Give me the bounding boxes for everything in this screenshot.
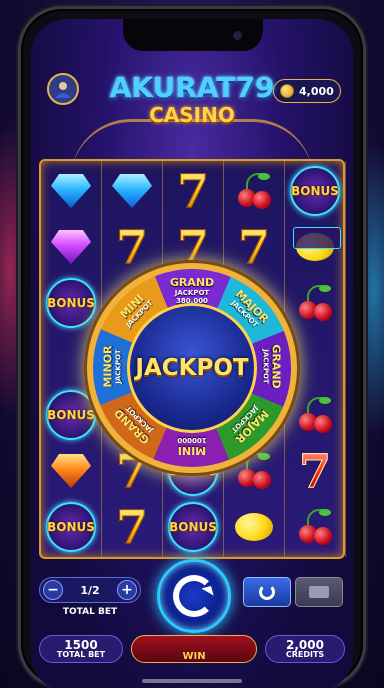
- autoplay-button[interactable]: [295, 577, 343, 607]
- wheel-segment-label: MINI 100000: [177, 436, 207, 457]
- total-bet-label: TOTAL BET: [56, 650, 106, 660]
- game-background: 4,000 AKURAT79 CASINO BONUS BONUS BONUS 7 7 7…: [0, 0, 384, 688]
- bonus-symbol: BONUS: [42, 499, 100, 555]
- bonus-label: BONUS: [291, 184, 339, 198]
- bet-value: 1/2: [80, 583, 100, 597]
- wheel-segment-label: GRAND JACKPOT: [261, 344, 283, 389]
- jackpot-wheel-center[interactable]: JACKPOT: [127, 303, 257, 433]
- refresh-icon: [259, 584, 275, 600]
- credits-label: CREDITS: [285, 650, 325, 660]
- game-logo-subtitle: CASINO: [149, 103, 235, 127]
- bonus-symbol: BONUS: [286, 163, 344, 219]
- seven-symbol: 7: [176, 164, 209, 218]
- spin-button[interactable]: [157, 559, 231, 633]
- phone-notch: [123, 19, 263, 51]
- bonus-label: BONUS: [169, 520, 217, 534]
- game-logo-title: AKURAT79: [109, 71, 275, 104]
- wheel-segment-label: MINOR JACKPOT: [101, 345, 123, 388]
- bet-stepper: − 1/2 +: [39, 577, 141, 603]
- win-display: WIN: [131, 635, 257, 663]
- gem-purple-symbol: [42, 219, 100, 275]
- side-banner: [293, 227, 341, 249]
- bonus-label: BONUS: [47, 520, 95, 534]
- bonus-symbol: BONUS: [164, 499, 222, 555]
- gem-blue-symbol: [103, 163, 161, 219]
- jackpot-label: JACKPOT: [135, 355, 249, 381]
- wheel-segment-label: GRAND JACKPOT 380,000: [169, 276, 215, 305]
- win-label: WIN: [182, 650, 206, 662]
- seven-symbol: 7: [115, 500, 148, 554]
- gem-blue-symbol: [42, 163, 100, 219]
- cherry-icon: [286, 499, 344, 555]
- spin-arrow-icon: [173, 575, 215, 617]
- game-screen: 4,000 AKURAT79 CASINO BONUS BONUS BONUS 7 7 7…: [31, 19, 353, 688]
- total-bet-display: 1500 TOTAL BET: [39, 635, 123, 663]
- phone-frame: 4,000 AKURAT79 CASINO BONUS BONUS BONUS 7 7 7…: [18, 6, 366, 688]
- seven-symbol: 7: [298, 444, 331, 498]
- gem-orange-symbol: [42, 443, 100, 499]
- lemon-icon: [225, 499, 283, 555]
- autoplay-icon: [309, 586, 329, 598]
- camera-icon: [233, 31, 242, 40]
- bet-increase-button[interactable]: +: [116, 580, 137, 600]
- control-bar: − 1/2 + TOTAL BET 1500 TOTAL BET WIN 2,0…: [39, 559, 345, 688]
- credits-display: 2,000 CREDITS: [265, 635, 345, 663]
- total-bet-caption: TOTAL BET: [62, 607, 118, 617]
- cherry-icon: [225, 163, 283, 219]
- home-indicator[interactable]: [142, 679, 242, 683]
- refresh-button[interactable]: [243, 577, 291, 607]
- bet-decrease-button[interactable]: −: [43, 580, 63, 600]
